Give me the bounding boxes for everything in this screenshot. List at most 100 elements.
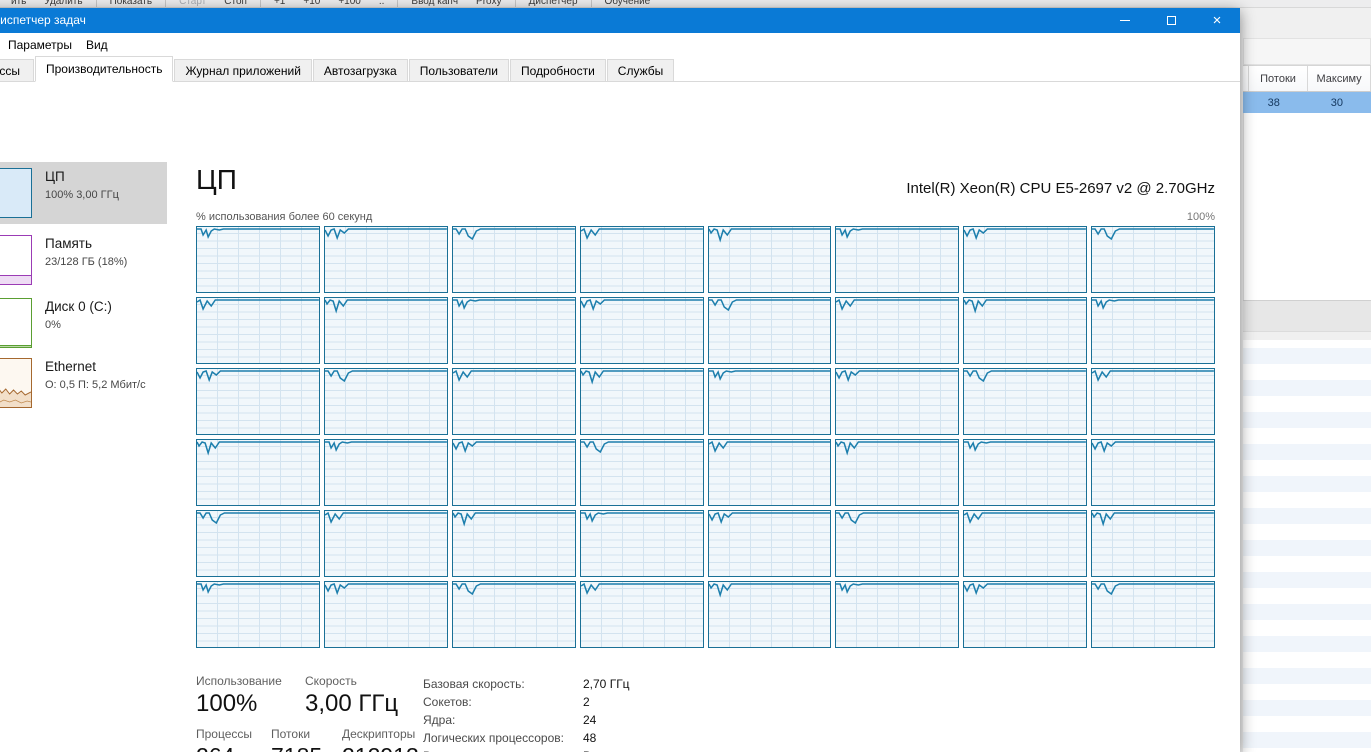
cpu-thumbnail-graph	[0, 168, 32, 218]
sidebar-item-disk[interactable]: Диск 0 (C:)0%	[0, 292, 167, 354]
toolbar-item[interactable]: ..	[370, 0, 394, 8]
core-usage-sparkline	[964, 582, 1086, 598]
titlebar[interactable]: Диспетчер задач ×	[0, 8, 1240, 33]
bg-column-header[interactable]: Потоки	[1249, 66, 1308, 91]
cpu-core-cell[interactable]	[708, 226, 832, 293]
cpu-core-cell[interactable]	[580, 439, 704, 506]
maximize-button[interactable]	[1148, 8, 1194, 33]
core-usage-sparkline	[325, 440, 447, 456]
cpu-core-cell[interactable]	[324, 226, 448, 293]
cpu-core-cell[interactable]	[196, 510, 320, 577]
core-usage-sparkline	[325, 298, 447, 314]
cpu-core-cell[interactable]	[196, 297, 320, 364]
tab-6[interactable]: Подробности	[510, 59, 606, 81]
cpu-core-cell[interactable]	[324, 581, 448, 648]
toolbar-item[interactable]: +100	[329, 0, 370, 8]
cpu-core-cell[interactable]	[580, 368, 704, 435]
cpu-core-cell[interactable]	[963, 439, 1087, 506]
tab-5[interactable]: Пользователи	[409, 59, 509, 81]
cpu-core-cell[interactable]	[580, 581, 704, 648]
cpu-core-cell[interactable]	[324, 439, 448, 506]
toolbar-item[interactable]: Старт	[170, 0, 215, 8]
cpu-core-cell[interactable]	[196, 368, 320, 435]
toolbar-item[interactable]: Proxy	[467, 0, 511, 8]
close-button[interactable]: ×	[1194, 8, 1240, 33]
cpu-core-cell[interactable]	[196, 226, 320, 293]
bg-column-header[interactable]: Максиму	[1308, 66, 1371, 91]
toolbar-item[interactable]: Показать	[101, 0, 162, 8]
toolbar-item[interactable]: Диспетчер	[520, 0, 587, 8]
cpu-core-cell[interactable]	[1091, 368, 1215, 435]
cpu-core-cell[interactable]	[580, 226, 704, 293]
cpu-core-cell[interactable]	[1091, 439, 1215, 506]
cpu-core-cell[interactable]	[452, 368, 576, 435]
background-table-selected-row[interactable]: 3830	[1243, 92, 1371, 113]
cpu-core-cell[interactable]	[835, 226, 959, 293]
core-usage-sparkline	[325, 582, 447, 598]
cpu-core-cell[interactable]	[708, 439, 832, 506]
menu-item-вид[interactable]: Вид	[79, 35, 115, 55]
core-usage-sparkline	[581, 227, 703, 243]
cpu-core-cell[interactable]	[1091, 226, 1215, 293]
cpu-core-cell[interactable]	[1091, 581, 1215, 648]
cpu-core-cell[interactable]	[324, 510, 448, 577]
sidebar-item-detail: 0%	[45, 319, 61, 331]
toolbar-separator	[515, 0, 516, 7]
core-usage-sparkline	[836, 227, 958, 243]
detail-label: Сокетов:	[423, 695, 583, 709]
cpu-core-cell[interactable]	[452, 510, 576, 577]
cpu-core-cell[interactable]	[835, 439, 959, 506]
tab-3[interactable]: Журнал приложений	[174, 59, 311, 81]
cpu-core-cell[interactable]	[835, 510, 959, 577]
sidebar-item-memory[interactable]: Память23/128 ГБ (18%)	[0, 229, 167, 291]
cpu-core-cell[interactable]	[196, 581, 320, 648]
sidebar-item-cpu[interactable]: ЦП100% 3,00 ГГц	[0, 162, 167, 224]
cpu-core-cell[interactable]	[835, 297, 959, 364]
cpu-core-cell[interactable]	[708, 368, 832, 435]
cpu-core-cell[interactable]	[835, 368, 959, 435]
cpu-core-cell[interactable]	[835, 581, 959, 648]
core-usage-sparkline	[197, 369, 319, 385]
cpu-core-cell[interactable]	[963, 297, 1087, 364]
toolbar-item[interactable]: Обучение	[596, 0, 660, 8]
cpu-core-cell[interactable]	[452, 581, 576, 648]
background-toolbar: итьУдалить Показать СтартСтоп +1+10+100.. Вв…	[0, 0, 1371, 8]
cpu-core-cell[interactable]	[963, 510, 1087, 577]
cpu-core-cell[interactable]	[452, 439, 576, 506]
cpu-core-grid[interactable]	[196, 226, 1215, 648]
cpu-core-cell[interactable]	[452, 297, 576, 364]
tab-1[interactable]: Процессы	[0, 59, 34, 81]
cpu-core-cell[interactable]	[324, 297, 448, 364]
cpu-core-cell[interactable]	[452, 226, 576, 293]
toolbar-item[interactable]: Стоп	[215, 0, 256, 8]
detail-row: Базовая скорость:2,70 ГГц	[423, 675, 638, 693]
toolbar-item[interactable]: Ввод капч	[402, 0, 467, 8]
toolbar-item[interactable]: ить	[2, 0, 35, 8]
tab-4[interactable]: Автозагрузка	[313, 59, 408, 81]
stat-value: 3,00 ГГц	[305, 690, 398, 718]
cpu-core-cell[interactable]	[580, 297, 704, 364]
cpu-core-cell[interactable]	[708, 581, 832, 648]
cpu-core-cell[interactable]	[963, 226, 1087, 293]
toolbar-item[interactable]: +1	[265, 0, 294, 8]
background-window: ПотокиМаксиму 3830	[1240, 8, 1371, 752]
tab-7[interactable]: Службы	[607, 59, 674, 81]
menu-item-параметры[interactable]: Параметры	[1, 35, 79, 55]
cpu-core-cell[interactable]	[580, 510, 704, 577]
sidebar-item-ethernet[interactable]: EthernetО: 0,5 П: 5,2 Мбит/с	[0, 352, 167, 414]
close-icon: ×	[1213, 13, 1222, 28]
cpu-core-cell[interactable]	[1091, 297, 1215, 364]
cpu-core-cell[interactable]	[708, 297, 832, 364]
cpu-core-cell[interactable]	[708, 510, 832, 577]
tab-2[interactable]: Производительность	[35, 56, 173, 82]
cpu-core-cell[interactable]	[963, 581, 1087, 648]
cpu-core-cell[interactable]	[963, 368, 1087, 435]
cpu-core-cell[interactable]	[196, 439, 320, 506]
cpu-core-cell[interactable]	[324, 368, 448, 435]
background-table-header: ПотокиМаксиму	[1243, 65, 1371, 92]
toolbar-item[interactable]: +10	[294, 0, 329, 8]
background-panel-band	[1243, 38, 1371, 65]
toolbar-item[interactable]: Удалить	[35, 0, 91, 8]
cpu-core-cell[interactable]	[1091, 510, 1215, 577]
minimize-button[interactable]	[1102, 8, 1148, 33]
